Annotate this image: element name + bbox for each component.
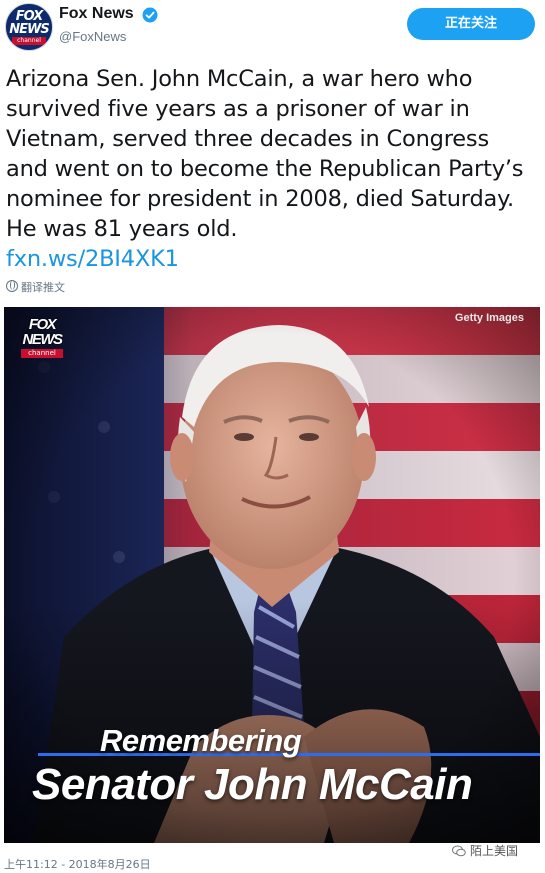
fox-news-watermark: FOX NEWS channel: [18, 314, 66, 360]
account-handle[interactable]: @FoxNews: [59, 29, 126, 44]
following-button[interactable]: 正在关注: [407, 8, 535, 40]
translate-tweet-link[interactable]: 翻译推文: [6, 279, 65, 295]
caption-remembering: Remembering: [100, 723, 302, 758]
tweet-text: Arizona Sen. John McCain, a war hero who…: [6, 66, 524, 242]
tweet-timestamp[interactable]: 上午11:12 - 2018年8月26日: [4, 856, 151, 872]
avatar[interactable]: FOX NEWS channel: [5, 3, 53, 51]
watermark-channel: channel: [21, 349, 63, 358]
tweet-header: FOX NEWS channel Fox News @FoxNews 正在关注: [0, 0, 545, 56]
wechat-brand-watermark: 陌上美国: [452, 842, 518, 858]
verified-badge-icon: [142, 7, 158, 23]
translate-label: 翻译推文: [21, 281, 65, 294]
brand-name: 陌上美国: [470, 844, 519, 858]
avatar-logo-news: NEWS: [9, 22, 49, 37]
tweet-link[interactable]: fxn.ws/2BI4XK1: [6, 244, 179, 274]
caption-senator-name: Senator John McCain: [32, 760, 473, 809]
account-name[interactable]: Fox News: [59, 5, 134, 23]
image-credit: Getty Images: [454, 312, 524, 324]
wechat-icon: [452, 845, 466, 857]
tweet-image[interactable]: Getty Images FOX NEWS channel Rememberin…: [4, 307, 540, 843]
avatar-logo-channel: channel: [12, 37, 46, 45]
watermark-news: NEWS: [22, 331, 64, 348]
globe-icon: [6, 280, 18, 292]
